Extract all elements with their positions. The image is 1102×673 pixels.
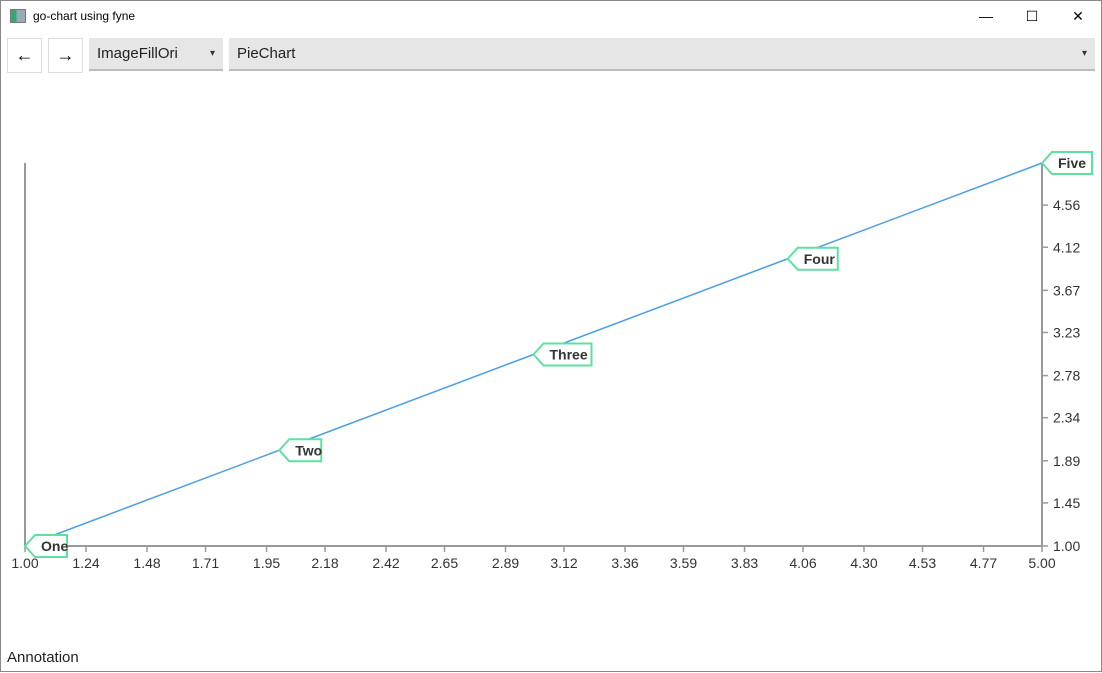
annotation-label: Four (804, 251, 836, 267)
x-tick-label: 1.95 (253, 555, 280, 571)
annotation-label: Three (550, 347, 588, 363)
x-tick-label: 4.06 (789, 555, 816, 571)
x-tick-label: 1.48 (133, 555, 160, 571)
y-tick-label: 2.34 (1053, 410, 1080, 426)
y-tick-label: 1.89 (1053, 453, 1080, 469)
y-tick-label: 1.00 (1053, 538, 1080, 554)
annotation-label: Five (1058, 155, 1086, 171)
annotation-label: One (41, 538, 68, 554)
x-tick-label: 4.53 (909, 555, 936, 571)
status-label: Annotation (7, 649, 79, 666)
y-tick-label: 4.56 (1053, 197, 1080, 213)
x-tick-label: 1.71 (192, 555, 219, 571)
y-tick-label: 2.78 (1053, 368, 1080, 384)
y-tick-label: 3.67 (1053, 282, 1080, 298)
x-tick-label: 4.30 (850, 555, 877, 571)
x-tick-label: 2.89 (492, 555, 519, 571)
x-tick-label: 3.36 (611, 555, 638, 571)
x-tick-label: 3.83 (731, 555, 758, 571)
chart: 1.00 1.24 1.48 1.71 1.95 2.18 2.42 2.65 2.89 3.12… (11, 151, 1093, 571)
x-tick-label: 1.24 (72, 555, 99, 571)
app-window: go-chart using fyne — ☐ ✕ ← → ImageFillO… (0, 0, 1102, 672)
y-tick-label: 1.45 (1053, 495, 1080, 511)
annotation-label: Two (295, 442, 322, 458)
x-tick-label: 3.59 (670, 555, 697, 571)
x-tick-label: 2.42 (372, 555, 399, 571)
x-tick-label: 4.77 (970, 555, 997, 571)
x-tick-label: 5.00 (1028, 555, 1055, 571)
x-tick-label: 3.12 (550, 555, 577, 571)
y-tick-label: 3.23 (1053, 324, 1080, 340)
y-tick-label: 4.12 (1053, 239, 1080, 255)
x-tick-label: 2.18 (311, 555, 338, 571)
x-tick-label: 2.65 (431, 555, 458, 571)
